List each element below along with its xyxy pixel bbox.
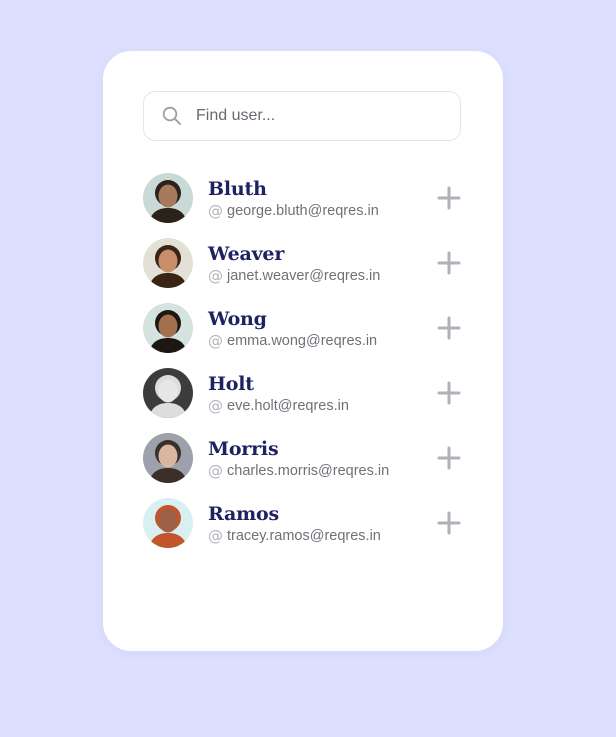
user-list-item: Weaver @ janet.weaver@reqres.in [143, 238, 461, 303]
plus-icon [437, 511, 461, 535]
user-info: Bluth @ george.bluth@reqres.in [208, 173, 379, 220]
user-email: emma.wong@reqres.in [227, 333, 378, 349]
user-list: Bluth @ george.bluth@reqres.in Weaver @ … [143, 173, 461, 563]
plus-icon [437, 186, 461, 210]
user-info: Wong @ emma.wong@reqres.in [208, 303, 377, 350]
user-name: Wong [208, 308, 267, 330]
avatar [143, 303, 193, 353]
at-icon: @ [208, 527, 223, 545]
user-info: Ramos @ tracey.ramos@reqres.in [208, 498, 381, 545]
user-email-row: @ emma.wong@reqres.in [208, 332, 377, 350]
at-icon: @ [208, 267, 223, 285]
user-email: eve.holt@reqres.in [227, 398, 349, 414]
at-icon: @ [208, 462, 223, 480]
add-user-button[interactable] [437, 446, 461, 470]
at-icon: @ [208, 202, 223, 220]
user-list-item: Morris @ charles.morris@reqres.in [143, 433, 461, 498]
add-user-button[interactable] [437, 186, 461, 210]
user-email-row: @ charles.morris@reqres.in [208, 462, 389, 480]
add-user-button[interactable] [437, 511, 461, 535]
user-finder-card: Bluth @ george.bluth@reqres.in Weaver [103, 51, 503, 651]
user-email: janet.weaver@reqres.in [227, 268, 381, 284]
search-icon [162, 106, 182, 126]
user-email-row: @ tracey.ramos@reqres.in [208, 527, 381, 545]
user-info: Holt @ eve.holt@reqres.in [208, 368, 349, 415]
user-name: Holt [208, 373, 254, 395]
user-email-row: @ janet.weaver@reqres.in [208, 267, 380, 285]
plus-icon [437, 446, 461, 470]
avatar [143, 238, 193, 288]
add-user-button[interactable] [437, 316, 461, 340]
plus-icon [437, 251, 461, 275]
user-email-row: @ eve.holt@reqres.in [208, 397, 349, 415]
user-info: Morris @ charles.morris@reqres.in [208, 433, 389, 480]
avatar [143, 433, 193, 483]
search-box[interactable] [143, 91, 461, 141]
add-user-button[interactable] [437, 251, 461, 275]
avatar [143, 368, 193, 418]
at-icon: @ [208, 332, 223, 350]
user-email: tracey.ramos@reqres.in [227, 528, 381, 544]
plus-icon [437, 316, 461, 340]
avatar [143, 498, 193, 548]
user-list-item: Ramos @ tracey.ramos@reqres.in [143, 498, 461, 563]
user-name: Ramos [208, 503, 280, 525]
user-email: george.bluth@reqres.in [227, 203, 379, 219]
user-list-item: Wong @ emma.wong@reqres.in [143, 303, 461, 368]
user-name: Weaver [208, 243, 285, 265]
user-name: Bluth [208, 178, 267, 200]
avatar [143, 173, 193, 223]
plus-icon [437, 381, 461, 405]
at-icon: @ [208, 397, 223, 415]
search-input[interactable] [194, 106, 448, 126]
user-list-item: Bluth @ george.bluth@reqres.in [143, 173, 461, 238]
user-list-item: Holt @ eve.holt@reqres.in [143, 368, 461, 433]
user-name: Morris [208, 438, 279, 460]
add-user-button[interactable] [437, 381, 461, 405]
user-email: charles.morris@reqres.in [227, 463, 390, 479]
user-info: Weaver @ janet.weaver@reqres.in [208, 238, 380, 285]
user-email-row: @ george.bluth@reqres.in [208, 202, 379, 220]
